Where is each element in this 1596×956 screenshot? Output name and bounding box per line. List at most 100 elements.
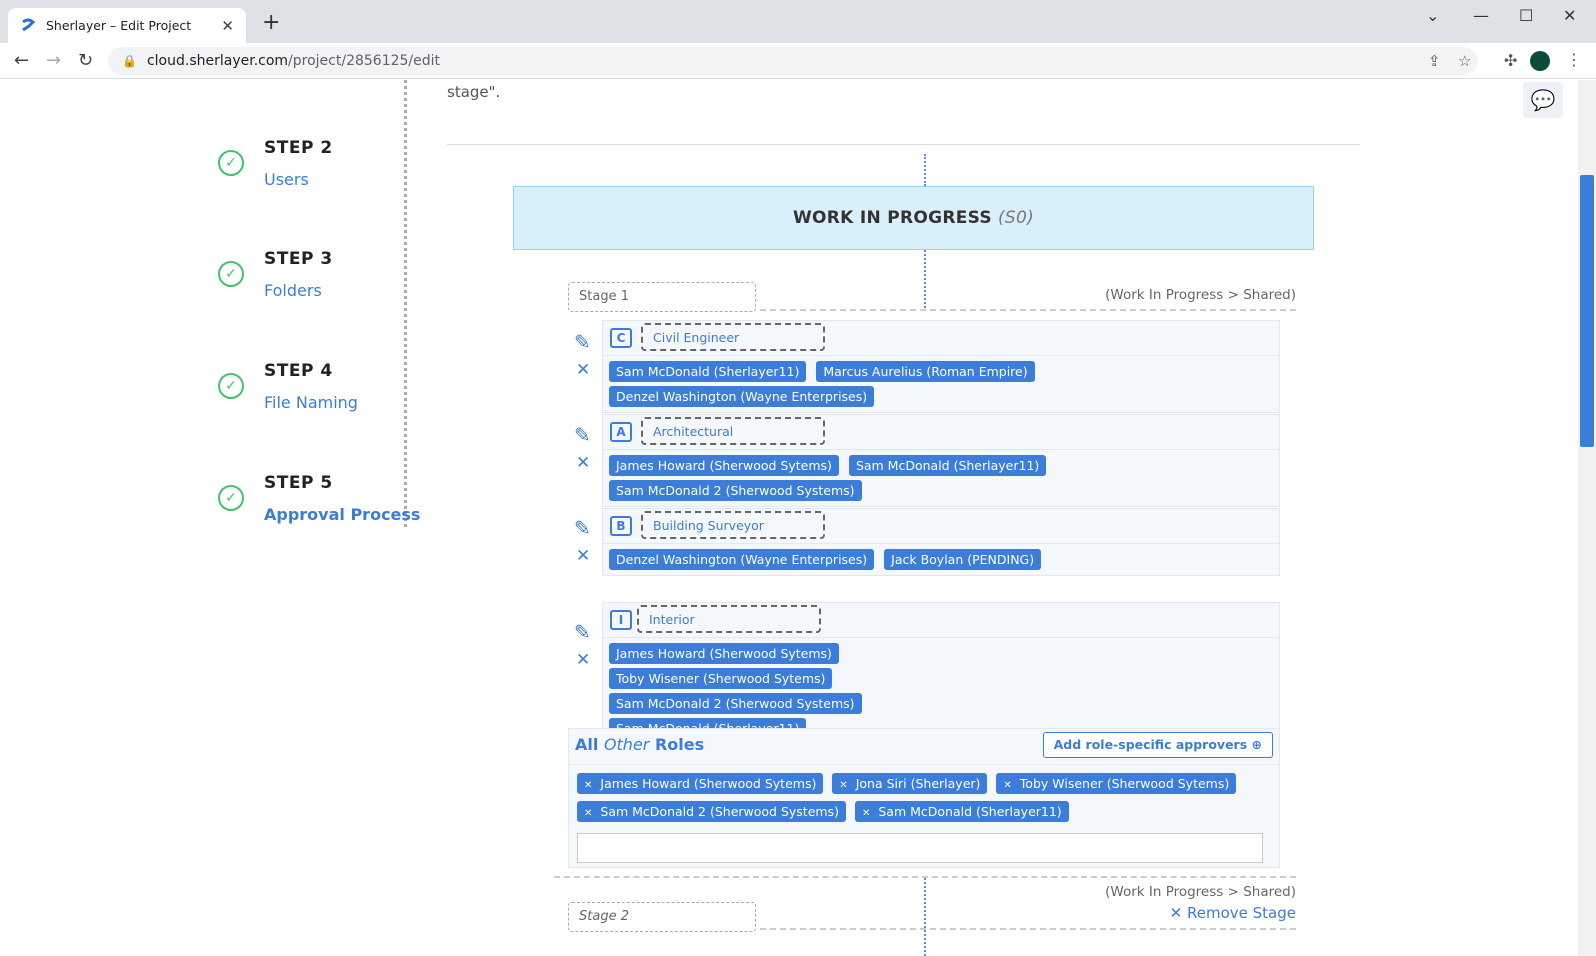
approver-chip[interactable]: ✕ Sam McDonald (Sherlayer11) xyxy=(854,801,1069,822)
edit-role-pencil-icon[interactable]: ✎ xyxy=(574,330,591,354)
plus-circle-icon: ⊕ xyxy=(1251,737,1262,752)
remove-chip-icon[interactable]: ✕ xyxy=(584,780,592,791)
role-name-field[interactable]: Interior xyxy=(637,605,821,633)
stage-border xyxy=(760,928,1296,930)
role-letter: B xyxy=(610,516,632,536)
minimize-icon[interactable]: — xyxy=(1473,6,1489,25)
share-icon[interactable]: ⇪ xyxy=(1428,52,1441,70)
wip-code: (S0) xyxy=(997,208,1035,228)
scrollbar-thumb[interactable] xyxy=(1580,175,1594,447)
user-chip[interactable]: Sam McDonald 2 (Sherwood Systems) xyxy=(609,693,862,714)
scrollbar[interactable] xyxy=(1578,80,1596,956)
check-icon: ✓ xyxy=(218,373,244,399)
delete-role-x-icon[interactable]: ✕ xyxy=(576,650,590,670)
remove-stage-link[interactable]: ✕ Remove Stage xyxy=(1170,904,1296,922)
work-in-progress-stage: WORK IN PROGRESS (S0) xyxy=(513,186,1314,250)
back-icon[interactable]: ← xyxy=(14,50,29,71)
remove-chip-icon[interactable]: ✕ xyxy=(1003,780,1011,791)
user-chip[interactable]: Jack Boylan (PENDING) xyxy=(884,549,1042,570)
tab-title: Sherlayer – Edit Project xyxy=(46,18,192,33)
role-name-field[interactable]: Building Surveyor xyxy=(641,511,825,539)
url-host: cloud.sherlayer.com xyxy=(146,53,289,69)
user-chip[interactable]: Sam McDonald (Sherlayer11) xyxy=(609,361,807,382)
role-building-surveyor: B Building Surveyor Denzel Washington (W… xyxy=(602,508,1280,576)
remove-chip-icon[interactable]: ✕ xyxy=(862,808,870,819)
delete-role-x-icon[interactable]: ✕ xyxy=(576,546,590,566)
user-chip[interactable]: Denzel Washington (Wayne Enterprises) xyxy=(609,549,875,570)
page-content: 💬 ✓ STEP 2 Users ✓ STEP 3 Folders ✓ STEP… xyxy=(0,80,1596,956)
flow-connector xyxy=(924,154,926,186)
user-chip[interactable]: James Howard (Sherwood Sytems) xyxy=(609,455,839,476)
role-architectural: A Architectural James Howard (Sherwood S… xyxy=(602,414,1280,507)
url-field[interactable]: 🔒 cloud.sherlayer.com/project/2856125/ed… xyxy=(108,47,1478,75)
stage-2-name-field[interactable]: Stage 2 xyxy=(568,902,756,932)
url-path: /project/2856125/edit xyxy=(288,53,441,69)
remove-chip-icon[interactable]: ✕ xyxy=(584,808,592,819)
role-civil-engineer: C Civil Engineer Sam McDonald (Sherlayer… xyxy=(602,320,1280,413)
role-interior: I Interior James Howard (Sherwood Sytems… xyxy=(602,602,1280,745)
role-name-field[interactable]: Architectural xyxy=(641,417,825,445)
approver-chip[interactable]: ✕ James Howard (Sherwood Sytems) xyxy=(577,773,824,794)
maximize-icon[interactable]: ☐ xyxy=(1519,6,1533,25)
browser-tab[interactable]: Sherlayer – Edit Project ✕ xyxy=(8,8,246,43)
bookmark-star-icon[interactable]: ☆ xyxy=(1458,52,1471,70)
step-link-approval-process[interactable]: Approval Process xyxy=(264,505,420,524)
steps-divider xyxy=(404,80,407,527)
delete-role-x-icon[interactable]: ✕ xyxy=(576,360,590,380)
intro-text: stage". xyxy=(447,83,501,101)
delete-role-x-icon[interactable]: ✕ xyxy=(576,453,590,473)
approver-search-input[interactable] xyxy=(577,833,1263,863)
add-role-specific-approvers-button[interactable]: Add role-specific approvers ⊕ xyxy=(1042,732,1273,758)
window-close-icon[interactable]: ✕ xyxy=(1563,6,1576,25)
user-chip[interactable]: Sam McDonald (Sherlayer11) xyxy=(848,455,1047,476)
flow-connector xyxy=(924,878,926,956)
role-letter: C xyxy=(610,328,632,348)
stage-1-name-field[interactable]: Stage 1 xyxy=(568,282,756,312)
tab-close-icon[interactable]: ✕ xyxy=(221,17,234,35)
chrome-menu-icon[interactable]: ⋮ xyxy=(1566,50,1582,69)
forward-icon[interactable]: → xyxy=(46,50,61,71)
user-chip[interactable]: Toby Wisener (Sherwood Sytems) xyxy=(609,668,833,689)
lock-icon: 🔒 xyxy=(122,54,137,68)
step-link-users[interactable]: Users xyxy=(264,170,309,189)
remove-chip-icon[interactable]: ✕ xyxy=(839,780,847,791)
extensions-icon[interactable]: ✣ xyxy=(1504,51,1517,70)
user-chip[interactable]: James Howard (Sherwood Sytems) xyxy=(609,643,839,664)
all-other-roles-panel: All Other Roles Add role-specific approv… xyxy=(568,728,1280,868)
edit-role-pencil-icon[interactable]: ✎ xyxy=(574,423,591,447)
divider xyxy=(447,144,1360,145)
remove-x-icon: ✕ xyxy=(1169,904,1183,922)
edit-role-pencil-icon[interactable]: ✎ xyxy=(574,516,591,540)
all-other-roles-title: All Other Roles xyxy=(575,735,705,754)
step-link-file-naming[interactable]: File Naming xyxy=(264,393,358,412)
profile-avatar[interactable] xyxy=(1530,51,1550,71)
browser-tab-strip: Sherlayer – Edit Project ✕ + ⌄ — ☐ ✕ xyxy=(0,0,1596,43)
user-chip[interactable]: Denzel Washington (Wayne Enterprises) xyxy=(609,386,875,407)
step-link-folders[interactable]: Folders xyxy=(264,281,322,300)
step-label: STEP 3 xyxy=(264,249,333,269)
role-letter: A xyxy=(610,422,632,442)
check-icon: ✓ xyxy=(218,150,244,176)
role-letter: I xyxy=(610,610,632,630)
address-bar: ← → ↻ 🔒 cloud.sherlayer.com/project/2856… xyxy=(0,43,1596,79)
approver-chip[interactable]: ✕ Toby Wisener (Sherwood Sytems) xyxy=(996,773,1237,794)
edit-role-pencil-icon[interactable]: ✎ xyxy=(574,620,591,644)
stage-2-flow: (Work In Progress > Shared) xyxy=(1105,884,1296,900)
approver-chip[interactable]: ✕ Jona Siri (Sherlayer) xyxy=(832,773,988,794)
user-chip[interactable]: Marcus Aurelius (Roman Empire) xyxy=(816,361,1035,382)
role-name-field[interactable]: Civil Engineer xyxy=(641,323,825,351)
new-tab-icon[interactable]: + xyxy=(262,10,280,35)
flow-connector xyxy=(924,250,926,308)
step-label: STEP 5 xyxy=(264,473,333,493)
check-icon: ✓ xyxy=(218,261,244,287)
reload-icon[interactable]: ↻ xyxy=(78,50,93,71)
check-icon: ✓ xyxy=(218,485,244,511)
user-chip[interactable]: Sam McDonald 2 (Sherwood Systems) xyxy=(609,480,862,501)
approver-chip[interactable]: ✕ Sam McDonald 2 (Sherwood Systems) xyxy=(577,801,846,822)
sherlayer-logo-icon xyxy=(22,18,36,31)
stage-border xyxy=(760,309,1296,311)
stage-1-flow: (Work In Progress > Shared) xyxy=(1105,287,1296,303)
step-label: STEP 4 xyxy=(264,361,333,381)
tab-search-icon[interactable]: ⌄ xyxy=(1426,6,1439,25)
chat-icon[interactable]: 💬 xyxy=(1523,82,1563,118)
